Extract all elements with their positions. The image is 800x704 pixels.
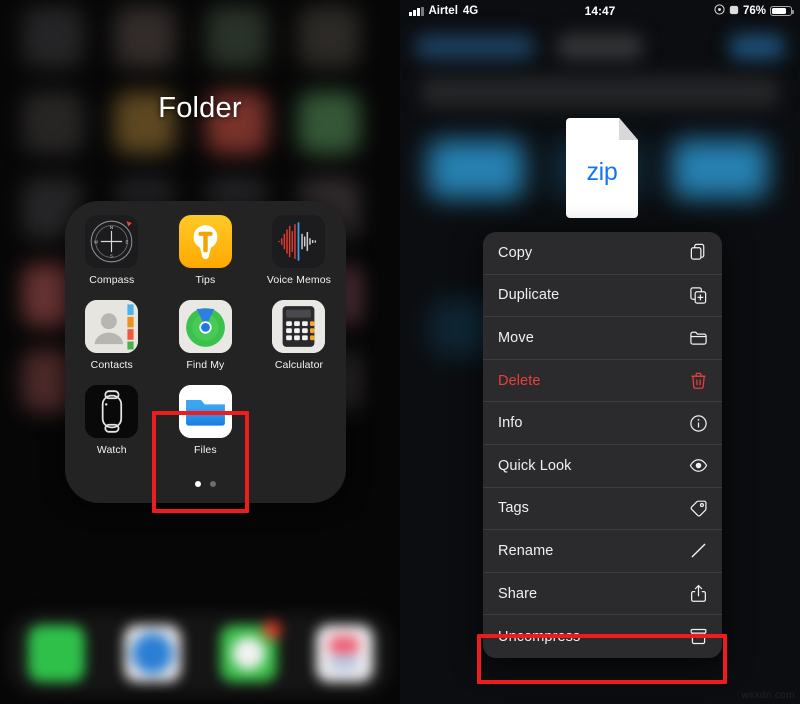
menu-item-label: Copy	[498, 244, 533, 261]
tag-icon	[689, 499, 708, 518]
app-label: Voice Memos	[266, 274, 332, 286]
app-contacts[interactable]: Contacts	[65, 300, 159, 371]
blurred-file-tile-right	[672, 140, 768, 198]
svg-text:E: E	[126, 239, 129, 244]
tips-lightbulb-icon	[178, 215, 232, 268]
menu-item-label: Delete	[498, 372, 541, 389]
dock-music-icon[interactable]	[315, 624, 373, 682]
battery-icon	[770, 6, 794, 16]
dock	[8, 620, 392, 682]
menu-item-share[interactable]: Share	[483, 573, 722, 616]
voice-memos-icon	[272, 215, 326, 268]
folder-title: Folder	[158, 92, 242, 124]
blurred-navigation-bar	[400, 30, 800, 72]
trash-icon	[689, 371, 708, 390]
blurred-file-tile-left	[428, 140, 524, 198]
page-fold-corner	[619, 118, 638, 140]
app-calculator[interactable]: Calculator	[252, 300, 346, 371]
app-label: Watch	[96, 444, 127, 456]
menu-item-label: Rename	[498, 542, 554, 559]
menu-item-tags[interactable]: Tags	[483, 488, 722, 531]
dock-phone-icon[interactable]	[27, 624, 85, 682]
alarm-icon	[729, 5, 739, 18]
app-tips[interactable]: Tips	[159, 215, 253, 286]
app-find-my[interactable]: Find My	[159, 300, 253, 371]
folder-icon	[689, 328, 708, 347]
svg-text:W: W	[94, 239, 99, 244]
duplicate-icon	[689, 286, 708, 305]
menu-item-label: Info	[498, 415, 523, 432]
blurred-search-field	[422, 76, 778, 108]
files-app-highlight-box	[152, 411, 249, 513]
menu-item-info[interactable]: Info	[483, 402, 722, 445]
screenshot-stage: Folder N S W E Compass Tips Voice Memos …	[0, 0, 800, 704]
dock-messages-icon[interactable]	[219, 620, 281, 682]
menu-item-label: Duplicate	[498, 287, 560, 304]
copy-icon	[689, 243, 708, 262]
battery-percent: 76%	[742, 5, 766, 17]
zip-document-icon: zip	[566, 118, 638, 218]
app-label: Calculator	[274, 359, 324, 371]
app-watch[interactable]: Watch	[65, 385, 159, 456]
zip-file-preview[interactable]: zip	[566, 118, 638, 218]
share-icon	[689, 584, 708, 603]
app-label: Find My	[186, 359, 225, 371]
menu-item-label: Move	[498, 329, 534, 346]
app-compass[interactable]: N S W E Compass	[65, 215, 159, 286]
app-label: Tips	[195, 274, 216, 286]
uncompress-highlight-box	[477, 634, 727, 684]
location-arrow-icon	[714, 4, 725, 18]
eye-icon	[689, 456, 708, 475]
menu-item-rename[interactable]: Rename	[483, 530, 722, 573]
dock-safari-icon[interactable]	[123, 624, 181, 682]
menu-item-copy[interactable]: Copy	[483, 232, 722, 275]
menu-item-delete[interactable]: Delete	[483, 360, 722, 403]
menu-item-quick-look[interactable]: Quick Look	[483, 445, 722, 488]
menu-item-label: Quick Look	[498, 457, 572, 474]
app-voice-memos[interactable]: Voice Memos	[252, 215, 346, 286]
context-menu: Copy Duplicate Move Delete Info Quick Lo…	[483, 232, 722, 658]
iphone-home-screen-panel: Folder N S W E Compass Tips Voice Memos …	[0, 0, 400, 704]
svg-text:S: S	[110, 253, 113, 258]
svg-text:N: N	[110, 225, 113, 230]
status-bar: Airtel 4G 14:47 76%	[400, 0, 800, 22]
app-label: Contacts	[90, 359, 133, 371]
zip-type-label: zip	[586, 158, 618, 186]
info-icon	[689, 414, 708, 433]
watermark: wsxdn.com	[741, 690, 795, 701]
menu-item-duplicate[interactable]: Duplicate	[483, 275, 722, 318]
menu-item-move[interactable]: Move	[483, 317, 722, 360]
status-bar-right: 76%	[714, 4, 794, 18]
pencil-icon	[689, 541, 708, 560]
files-app-context-menu-panel: Airtel 4G 14:47 76% zip Copy Duplicate M…	[400, 0, 800, 704]
calculator-icon	[272, 300, 326, 353]
menu-item-label: Tags	[498, 500, 530, 517]
watch-icon	[85, 385, 139, 438]
app-label: Compass	[89, 274, 135, 286]
menu-item-label: Share	[498, 585, 538, 602]
find-my-icon	[178, 300, 232, 353]
contacts-icon	[85, 300, 139, 353]
compass-icon: N S W E	[85, 215, 139, 268]
